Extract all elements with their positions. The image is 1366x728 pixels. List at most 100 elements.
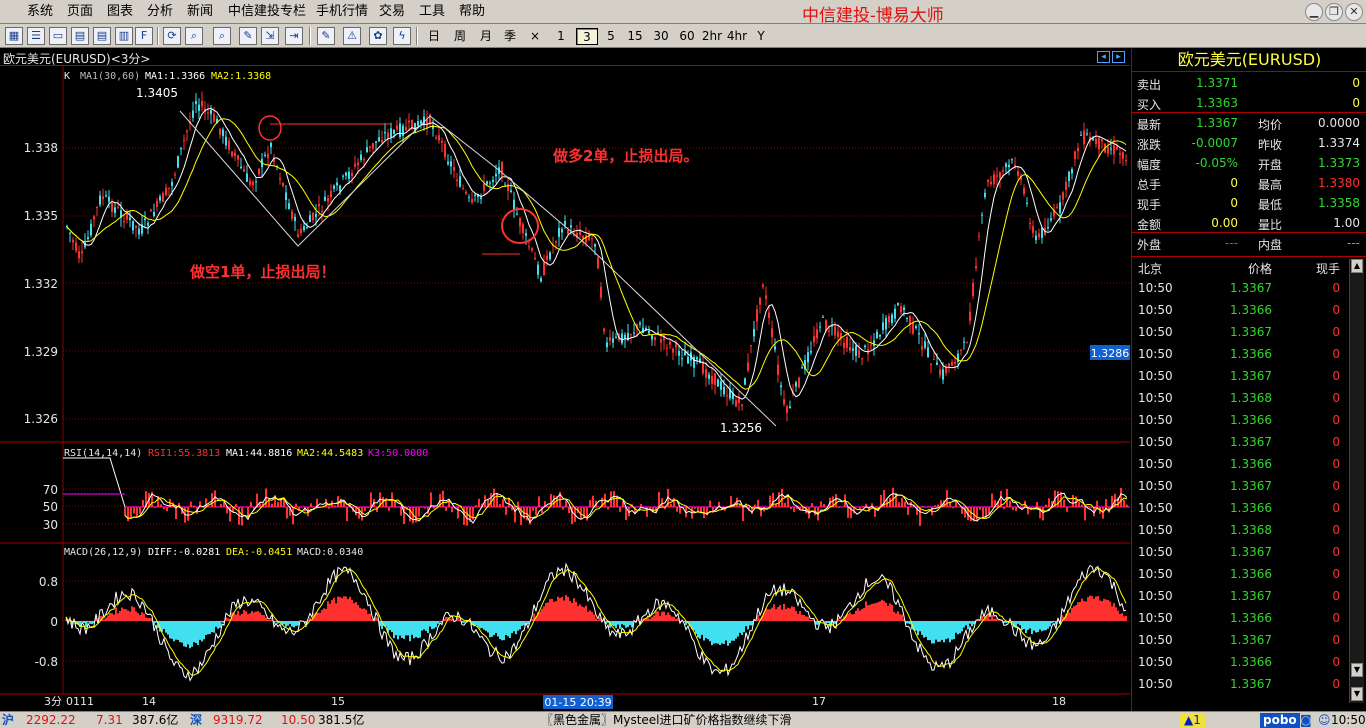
candle-body — [567, 229, 569, 235]
restore-icon[interactable]: ❐ — [1325, 3, 1343, 21]
candle-body — [219, 128, 221, 135]
menu-trade[interactable]: 交易 — [379, 3, 405, 21]
candle-body — [183, 140, 185, 142]
apps-icon[interactable]: ✿ — [369, 27, 387, 45]
candle-body — [282, 182, 284, 187]
columns-icon[interactable]: ▥ — [115, 27, 133, 45]
candle-body — [462, 188, 464, 190]
rsi-legend-ma2: MA2:44.5483 — [297, 448, 363, 459]
tick-scrollbar[interactable]: ▲ ▼ ▼ — [1349, 259, 1364, 703]
tick-price: 1.3367 — [1230, 677, 1272, 691]
period-15min[interactable]: 15 — [624, 28, 646, 45]
candle-body — [981, 214, 983, 216]
sz-amount: 381.5亿 — [318, 713, 365, 727]
fio-icon[interactable]: F — [135, 27, 153, 45]
export-icon[interactable]: ⇲ — [261, 27, 279, 45]
candle-body — [1008, 164, 1010, 168]
candle-body — [927, 347, 929, 358]
period-quarter[interactable]: 季 — [502, 28, 518, 45]
minimize-icon[interactable]: ▁ — [1305, 3, 1323, 21]
zoom-icon[interactable]: ⌕ — [185, 27, 203, 45]
period-60min[interactable]: 60 — [676, 28, 698, 45]
window-list-icon[interactable]: ▤ — [93, 27, 111, 45]
menu-chart[interactable]: 图表 — [107, 3, 133, 21]
cursor-time-label: 01-15 20:39 — [544, 696, 611, 709]
brand-label: pobo — [1260, 713, 1300, 728]
menu-analysis[interactable]: 分析 — [147, 3, 173, 21]
scroll-down-icon[interactable]: ▼ — [1351, 663, 1363, 677]
candle-body — [837, 331, 839, 337]
flash-icon[interactable]: ϟ — [393, 27, 411, 45]
candle-body — [153, 212, 155, 217]
candle-body — [270, 142, 272, 148]
alarm-icon[interactable]: ⚠ — [343, 27, 361, 45]
alert-counter[interactable]: ▲1 — [1180, 713, 1205, 728]
menu-page[interactable]: 页面 — [67, 3, 93, 21]
candle-body — [1005, 163, 1007, 168]
picker-icon[interactable]: ✎ — [239, 27, 257, 45]
table-icon[interactable]: ▤ — [71, 27, 89, 45]
period-month[interactable]: 月 — [478, 28, 494, 45]
candle-body — [372, 143, 374, 149]
period-3min[interactable]: 3 — [576, 28, 598, 45]
quote-label: 最新 — [1137, 118, 1162, 132]
macd-legend-name: MACD(26,12,9) — [64, 547, 142, 558]
period-2hr[interactable]: 2hr — [701, 28, 723, 45]
candle-body — [420, 120, 422, 124]
period-1min[interactable]: 1 — [554, 28, 568, 45]
period-4hr[interactable]: 4hr — [726, 28, 748, 45]
candle-body — [993, 174, 995, 184]
menu-tools[interactable]: 工具 — [419, 3, 445, 21]
menu-news[interactable]: 新闻 — [187, 3, 213, 21]
candle-body — [963, 341, 965, 343]
menu-system[interactable]: 系统 — [27, 3, 53, 21]
draw-icon[interactable]: ✎ — [317, 27, 335, 45]
candle-body — [318, 204, 320, 207]
kline-chart[interactable]: K MA1(30,60) MA1:1.3366 MA2:1.3368 RSI(1… — [0, 66, 1130, 711]
sz-index[interactable]: 9319.72 — [213, 713, 263, 728]
period-close[interactable]: × — [528, 28, 542, 45]
menu-help[interactable]: 帮助 — [459, 3, 485, 21]
tick-time: 10:50 — [1138, 677, 1173, 691]
candle-body — [321, 210, 323, 213]
next-arrow-icon[interactable]: ▸ — [1112, 51, 1125, 63]
candle-body — [888, 315, 890, 323]
candle-body — [984, 192, 986, 198]
period-30min[interactable]: 30 — [650, 28, 672, 45]
period-5min[interactable]: 5 — [604, 28, 618, 45]
candle-body — [951, 361, 953, 366]
prev-arrow-icon[interactable]: ◂ — [1097, 51, 1110, 63]
candle-body — [381, 139, 383, 143]
sh-amount: 387.6亿 — [132, 713, 179, 727]
window-icon[interactable]: ▭ — [49, 27, 67, 45]
tick-price: 1.3366 — [1230, 611, 1272, 625]
find-icon[interactable]: ⌕ — [213, 27, 231, 45]
exit-icon[interactable]: ⇥ — [285, 27, 303, 45]
scroll-end-icon[interactable]: ▼ — [1351, 687, 1363, 701]
list-icon[interactable]: ☰ — [27, 27, 45, 45]
menu-column[interactable]: 中信建投专栏 — [228, 3, 306, 21]
news-ticker[interactable]: 〖黑色金属〗Mysteel进口矿价格指数继续下滑 — [541, 713, 792, 728]
sh-index[interactable]: 2292.22 — [26, 713, 76, 728]
close-icon[interactable]: ✕ — [1345, 3, 1363, 21]
grid-icon[interactable]: ▦ — [5, 27, 23, 45]
scroll-up-icon[interactable]: ▲ — [1351, 259, 1363, 273]
candle-body — [138, 228, 140, 235]
period-day[interactable]: 日 — [426, 28, 442, 45]
quote-row: 金额 0.00 量比 1.00 — [1132, 213, 1366, 233]
period-year[interactable]: Y — [754, 28, 768, 45]
candle-body — [135, 225, 137, 228]
tick-price: 1.3367 — [1230, 281, 1272, 295]
candle-body — [711, 375, 713, 384]
rsi-tick-label: 30 — [43, 518, 58, 532]
app-window: 系统 页面 图表 分析 新闻 中信建投专栏 手机行情 交易 工具 帮助 中信建投… — [0, 0, 1366, 728]
candle-body — [852, 348, 854, 351]
candle-body — [75, 242, 77, 251]
candle-body — [807, 352, 809, 363]
tick-vol: 0 — [1332, 413, 1340, 427]
tick-time: 10:50 — [1138, 325, 1173, 339]
refresh-icon[interactable]: ⟳ — [163, 27, 181, 45]
menu-mobile[interactable]: 手机行情 — [316, 3, 368, 21]
period-week[interactable]: 周 — [452, 28, 468, 45]
candle-body — [351, 173, 353, 177]
